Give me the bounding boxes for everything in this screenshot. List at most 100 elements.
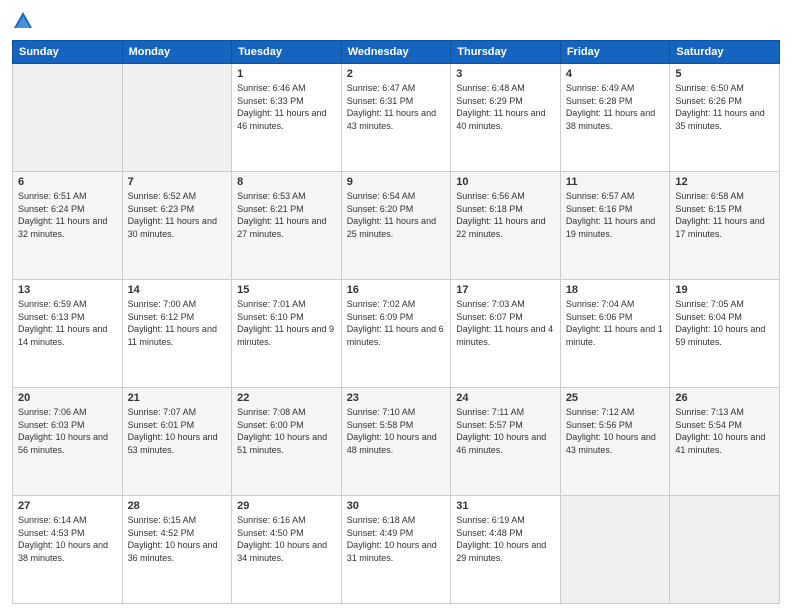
calendar-cell: 12 Sunrise: 6:58 AMSunset: 6:15 PMDayligh… (670, 172, 780, 280)
day-info: Sunrise: 6:59 AMSunset: 6:13 PMDaylight:… (18, 298, 117, 348)
day-info: Sunrise: 7:00 AMSunset: 6:12 PMDaylight:… (128, 298, 227, 348)
day-number: 24 (456, 392, 555, 404)
calendar-cell: 23Sunrise: 7:10 AMSunset: 5:58 PMDayligh… (341, 388, 451, 496)
day-number: 1 (237, 68, 336, 80)
day-info: Sunrise: 6:46 AMSunset: 6:33 PMDaylight:… (237, 82, 336, 132)
calendar-cell: 9 Sunrise: 6:54 AMSunset: 6:20 PMDaylight… (341, 172, 451, 280)
day-number: 18 (566, 284, 665, 296)
day-number: 26 (675, 392, 774, 404)
day-info: Sunrise: 6:49 AMSunset: 6:28 PMDaylight:… (566, 82, 665, 132)
calendar-cell: 18 Sunrise: 7:04 AMSunset: 6:06 PMDayligh… (560, 280, 670, 388)
day-info: Sunrise: 6:14 AMSunset: 4:53 PMDaylight:… (18, 514, 117, 564)
day-number: 12 (675, 176, 774, 188)
day-number: 19 (675, 284, 774, 296)
day-number: 27 (18, 500, 117, 512)
day-number: 11 (566, 176, 665, 188)
day-info: Sunrise: 6:15 AMSunset: 4:52 PMDaylight:… (128, 514, 227, 564)
weekday-header: Wednesday (341, 41, 451, 64)
day-number: 9 (347, 176, 446, 188)
weekday-header: Thursday (451, 41, 561, 64)
calendar-cell (560, 496, 670, 604)
day-number: 28 (128, 500, 227, 512)
calendar-cell: 20 Sunrise: 7:06 AMSunset: 6:03 PMDayligh… (13, 388, 123, 496)
calendar-week: 27 Sunrise: 6:14 AMSunset: 4:53 PMDayligh… (13, 496, 780, 604)
day-number: 22 (237, 392, 336, 404)
calendar-week: 1 Sunrise: 6:46 AMSunset: 6:33 PMDaylight… (13, 64, 780, 172)
calendar-cell: 22 Sunrise: 7:08 AMSunset: 6:00 PMDayligh… (232, 388, 342, 496)
day-info: Sunrise: 7:11 AMSunset: 5:57 PMDaylight:… (456, 406, 555, 456)
calendar-header: SundayMondayTuesdayWednesdayThursdayFrid… (13, 41, 780, 64)
day-info: Sunrise: 7:13 AMSunset: 5:54 PMDaylight:… (675, 406, 774, 456)
weekday-header: Sunday (13, 41, 123, 64)
calendar-week: 13Sunrise: 6:59 AMSunset: 6:13 PMDayligh… (13, 280, 780, 388)
calendar-cell: 6 Sunrise: 6:51 AMSunset: 6:24 PMDaylight… (13, 172, 123, 280)
calendar-week: 20 Sunrise: 7:06 AMSunset: 6:03 PMDayligh… (13, 388, 780, 496)
day-info: Sunrise: 6:16 AMSunset: 4:50 PMDaylight:… (237, 514, 336, 564)
calendar-body: 1 Sunrise: 6:46 AMSunset: 6:33 PMDaylight… (13, 64, 780, 604)
header (12, 10, 780, 32)
day-number: 2 (347, 68, 446, 80)
calendar-cell: 25Sunrise: 7:12 AMSunset: 5:56 PMDayligh… (560, 388, 670, 496)
day-info: Sunrise: 7:10 AMSunset: 5:58 PMDaylight:… (347, 406, 446, 456)
calendar: SundayMondayTuesdayWednesdayThursdayFrid… (12, 40, 780, 604)
day-number: 20 (18, 392, 117, 404)
day-info: Sunrise: 6:18 AMSunset: 4:49 PMDaylight:… (347, 514, 446, 564)
weekday-header: Tuesday (232, 41, 342, 64)
calendar-cell: 10Sunrise: 6:56 AMSunset: 6:18 PMDayligh… (451, 172, 561, 280)
day-number: 6 (18, 176, 117, 188)
calendar-cell: 28 Sunrise: 6:15 AMSunset: 4:52 PMDayligh… (122, 496, 232, 604)
day-info: Sunrise: 6:48 AMSunset: 6:29 PMDaylight:… (456, 82, 555, 132)
weekday-header: Friday (560, 41, 670, 64)
calendar-cell: 1 Sunrise: 6:46 AMSunset: 6:33 PMDaylight… (232, 64, 342, 172)
logo (12, 10, 38, 32)
calendar-cell: 8 Sunrise: 6:53 AMSunset: 6:21 PMDaylight… (232, 172, 342, 280)
day-number: 16 (347, 284, 446, 296)
day-info: Sunrise: 7:06 AMSunset: 6:03 PMDaylight:… (18, 406, 117, 456)
calendar-cell: 31 Sunrise: 6:19 AMSunset: 4:48 PMDayligh… (451, 496, 561, 604)
day-info: Sunrise: 7:03 AMSunset: 6:07 PMDaylight:… (456, 298, 555, 348)
page: SundayMondayTuesdayWednesdayThursdayFrid… (0, 0, 792, 612)
calendar-cell: 17Sunrise: 7:03 AMSunset: 6:07 PMDayligh… (451, 280, 561, 388)
calendar-cell: 3Sunrise: 6:48 AMSunset: 6:29 PMDaylight… (451, 64, 561, 172)
calendar-cell: 26 Sunrise: 7:13 AMSunset: 5:54 PMDayligh… (670, 388, 780, 496)
day-number: 15 (237, 284, 336, 296)
calendar-cell: 13Sunrise: 6:59 AMSunset: 6:13 PMDayligh… (13, 280, 123, 388)
calendar-cell: 4Sunrise: 6:49 AMSunset: 6:28 PMDaylight… (560, 64, 670, 172)
day-info: Sunrise: 6:50 AMSunset: 6:26 PMDaylight:… (675, 82, 774, 132)
calendar-cell: 19 Sunrise: 7:05 AMSunset: 6:04 PMDayligh… (670, 280, 780, 388)
calendar-cell (670, 496, 780, 604)
day-number: 21 (128, 392, 227, 404)
calendar-cell: 21 Sunrise: 7:07 AMSunset: 6:01 PMDayligh… (122, 388, 232, 496)
calendar-cell: 5 Sunrise: 6:50 AMSunset: 6:26 PMDaylight… (670, 64, 780, 172)
day-info: Sunrise: 6:52 AMSunset: 6:23 PMDaylight:… (128, 190, 227, 240)
day-info: Sunrise: 7:02 AMSunset: 6:09 PMDaylight:… (347, 298, 446, 348)
calendar-cell: 24 Sunrise: 7:11 AMSunset: 5:57 PMDayligh… (451, 388, 561, 496)
calendar-cell: 30Sunrise: 6:18 AMSunset: 4:49 PMDayligh… (341, 496, 451, 604)
weekday-header: Saturday (670, 41, 780, 64)
weekday-row: SundayMondayTuesdayWednesdayThursdayFrid… (13, 41, 780, 64)
day-info: Sunrise: 6:19 AMSunset: 4:48 PMDaylight:… (456, 514, 555, 564)
logo-icon (12, 10, 34, 32)
day-info: Sunrise: 7:07 AMSunset: 6:01 PMDaylight:… (128, 406, 227, 456)
calendar-cell (13, 64, 123, 172)
calendar-cell: 14Sunrise: 7:00 AMSunset: 6:12 PMDayligh… (122, 280, 232, 388)
day-number: 31 (456, 500, 555, 512)
day-number: 8 (237, 176, 336, 188)
day-number: 10 (456, 176, 555, 188)
calendar-week: 6 Sunrise: 6:51 AMSunset: 6:24 PMDaylight… (13, 172, 780, 280)
day-info: Sunrise: 6:58 AMSunset: 6:15 PMDaylight:… (675, 190, 774, 240)
calendar-cell: 27 Sunrise: 6:14 AMSunset: 4:53 PMDayligh… (13, 496, 123, 604)
day-number: 5 (675, 68, 774, 80)
day-info: Sunrise: 6:51 AMSunset: 6:24 PMDaylight:… (18, 190, 117, 240)
day-info: Sunrise: 6:57 AMSunset: 6:16 PMDaylight:… (566, 190, 665, 240)
calendar-cell: 11 Sunrise: 6:57 AMSunset: 6:16 PMDayligh… (560, 172, 670, 280)
day-number: 25 (566, 392, 665, 404)
day-info: Sunrise: 6:53 AMSunset: 6:21 PMDaylight:… (237, 190, 336, 240)
day-info: Sunrise: 6:54 AMSunset: 6:20 PMDaylight:… (347, 190, 446, 240)
day-info: Sunrise: 7:04 AMSunset: 6:06 PMDaylight:… (566, 298, 665, 348)
day-number: 7 (128, 176, 227, 188)
day-info: Sunrise: 7:08 AMSunset: 6:00 PMDaylight:… (237, 406, 336, 456)
calendar-cell: 7 Sunrise: 6:52 AMSunset: 6:23 PMDaylight… (122, 172, 232, 280)
day-info: Sunrise: 7:05 AMSunset: 6:04 PMDaylight:… (675, 298, 774, 348)
day-number: 29 (237, 500, 336, 512)
